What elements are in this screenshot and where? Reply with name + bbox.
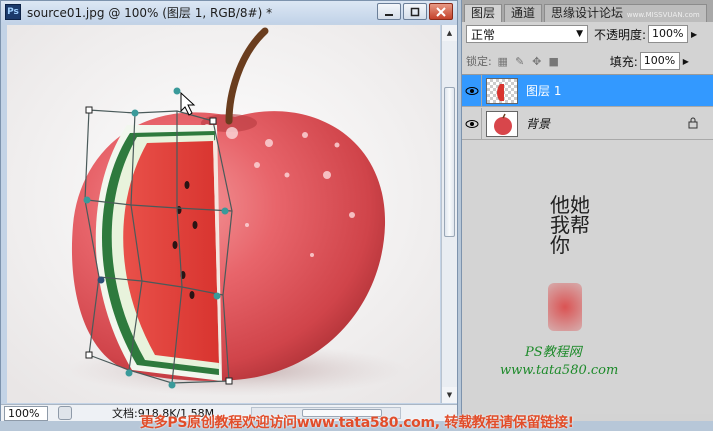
- blend-mode-value: 正常: [471, 27, 496, 42]
- scroll-down-icon[interactable]: ▼: [442, 387, 457, 403]
- layer-row-background[interactable]: 背景: [462, 107, 713, 140]
- visibility-toggle[interactable]: [462, 74, 482, 107]
- blend-opacity-row: 正常 ▼ 不透明度: 100% ▶: [462, 22, 713, 46]
- document-title: source01.jpg @ 100% (图层 1, RGB/8#) *: [27, 5, 273, 20]
- apple-watermelon-image: [7, 25, 440, 403]
- lock-fill-row: 锁定: ▦ ✎ ✥ ■ 填充: 100% ▶: [462, 50, 713, 72]
- lock-icon: [688, 117, 698, 129]
- fill-label: 填充:: [609, 54, 638, 69]
- tab-forum[interactable]: 思缘设计论坛 www.MISSVUAN.com: [544, 4, 707, 22]
- close-button[interactable]: [429, 3, 453, 20]
- fill-input[interactable]: 100%: [639, 52, 680, 70]
- layer-thumbnail: [486, 77, 518, 104]
- tab-forum-url: www.MISSVUAN.com: [626, 11, 700, 19]
- chevron-down-icon: ▼: [576, 29, 583, 39]
- photoshop-app-icon: Ps: [5, 4, 21, 20]
- close-icon: [436, 6, 446, 17]
- minimize-button[interactable]: [377, 3, 401, 20]
- lock-label: 锁定:: [466, 55, 492, 68]
- watermark-logo: 他她我帮你 PS教程网 www.tata580.com: [490, 195, 640, 385]
- opacity-label: 不透明度:: [594, 27, 647, 42]
- photoshop-workspace: Ps source01.jpg @ 100% (图层 1, RGB/8#) *: [0, 0, 713, 431]
- red-seal-stamp: [548, 283, 582, 331]
- lock-image-brush-icon[interactable]: ✎: [514, 55, 526, 68]
- layer-thumbnail-image: [494, 113, 512, 135]
- lock-transparency-icon[interactable]: ▦: [497, 55, 509, 68]
- watermark-brush-text: 他她我帮你: [550, 195, 590, 255]
- document-canvas[interactable]: [7, 25, 440, 403]
- blend-mode-select[interactable]: 正常 ▼: [466, 25, 588, 43]
- tab-forum-label: 思缘设计论坛: [551, 6, 624, 20]
- layer-name[interactable]: 背景: [526, 115, 550, 132]
- visibility-toggle[interactable]: [462, 107, 482, 140]
- layer-thumbnail-image: [497, 83, 504, 101]
- scroll-up-icon[interactable]: ▲: [442, 25, 457, 41]
- minimize-icon: [385, 13, 393, 16]
- document-titlebar[interactable]: Ps source01.jpg @ 100% (图层 1, RGB/8#) *: [1, 1, 457, 23]
- fill-slider-arrow-icon[interactable]: ▶: [681, 52, 691, 70]
- vertical-scrollbar[interactable]: ▲ ▼: [441, 25, 457, 403]
- banner-text: 更多PS原创教程欢迎访问www.tata580.com, 转载教程请保留链接!: [140, 415, 574, 431]
- layer-row-layer1[interactable]: 图层 1: [462, 74, 713, 107]
- lock-position-move-icon[interactable]: ✥: [531, 55, 543, 68]
- bottom-banner: 更多PS原创教程欢迎访问www.tata580.com, 转载教程请保留链接!: [0, 410, 713, 431]
- restore-icon: [410, 7, 420, 16]
- watermark-site-name: PS教程网: [525, 345, 582, 360]
- document-window: Ps source01.jpg @ 100% (图层 1, RGB/8#) *: [0, 0, 458, 421]
- layer-name[interactable]: 图层 1: [526, 82, 561, 99]
- eye-icon: [465, 119, 478, 128]
- tab-layers[interactable]: 图层: [464, 4, 503, 22]
- vertical-scroll-thumb[interactable]: [444, 87, 455, 237]
- panel-tabs: 图层 通道 思缘设计论坛 www.MISSVUAN.com: [462, 0, 713, 22]
- watermark-brush-chars: 他她我帮你: [550, 193, 590, 257]
- eye-icon: [465, 86, 478, 95]
- tab-channels[interactable]: 通道: [504, 4, 543, 22]
- layer-thumbnail: [486, 110, 518, 137]
- window-buttons: [377, 3, 453, 20]
- opacity-input[interactable]: 100%: [648, 25, 689, 43]
- restore-button[interactable]: [403, 3, 427, 20]
- opacity-slider-arrow-icon[interactable]: ▶: [689, 25, 699, 43]
- lock-all-icon[interactable]: ■: [548, 55, 560, 68]
- watermark-site-url: www.tata580.com: [500, 363, 619, 378]
